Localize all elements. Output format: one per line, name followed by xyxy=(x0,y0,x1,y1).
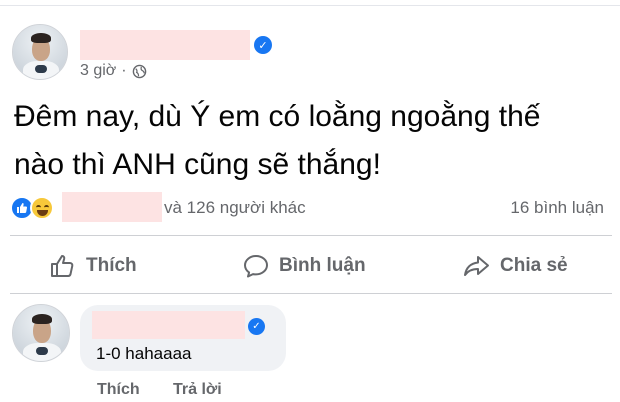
reactor-name-redacted xyxy=(62,192,162,222)
commenter-name-redacted[interactable] xyxy=(92,311,245,339)
comment-like-button[interactable]: Thích xyxy=(97,381,140,399)
thumbs-up-icon xyxy=(51,255,74,277)
share-arrow-icon xyxy=(464,256,489,276)
like-button[interactable]: Thích xyxy=(50,250,137,282)
comment-label: Bình luận xyxy=(279,255,366,276)
post-text-line-1: Đêm nay, dù Ý em có loằng ngoằng thế xyxy=(14,100,541,133)
reactions-others[interactable]: và 126 người khác xyxy=(164,198,306,218)
author-avatar[interactable] xyxy=(12,24,68,80)
actions-divider xyxy=(10,293,612,294)
comment-button[interactable]: Bình luận xyxy=(243,250,366,282)
like-label: Thích xyxy=(86,255,137,276)
post-meta: 3 giờ · xyxy=(80,62,147,80)
comment-bubble-icon xyxy=(244,255,268,278)
post-text-line-2: nào thì ANH cũng sẽ thắng! xyxy=(14,148,381,181)
comment-count[interactable]: 16 bình luận xyxy=(510,198,604,218)
reactions-divider xyxy=(10,235,612,236)
haha-reaction-icon xyxy=(30,196,54,220)
comment-text: 1-0 hahaaaa xyxy=(96,344,192,363)
comment-reply-button[interactable]: Trả lời xyxy=(173,381,222,399)
meta-separator: · xyxy=(121,62,127,79)
post-text: Đêm nay, dù Ý em có loằng ngoằng thế nào… xyxy=(14,93,614,189)
verified-badge-icon: ✓ xyxy=(254,36,272,54)
top-divider xyxy=(0,5,620,6)
share-button[interactable]: Chia sẻ xyxy=(462,250,568,282)
commenter-verified-icon: ✓ xyxy=(248,318,265,335)
share-label: Chia sẻ xyxy=(500,255,568,276)
globe-icon xyxy=(132,64,146,78)
author-name-redacted[interactable] xyxy=(80,30,250,60)
commenter-avatar[interactable] xyxy=(12,304,70,362)
post-time[interactable]: 3 giờ xyxy=(80,62,116,80)
